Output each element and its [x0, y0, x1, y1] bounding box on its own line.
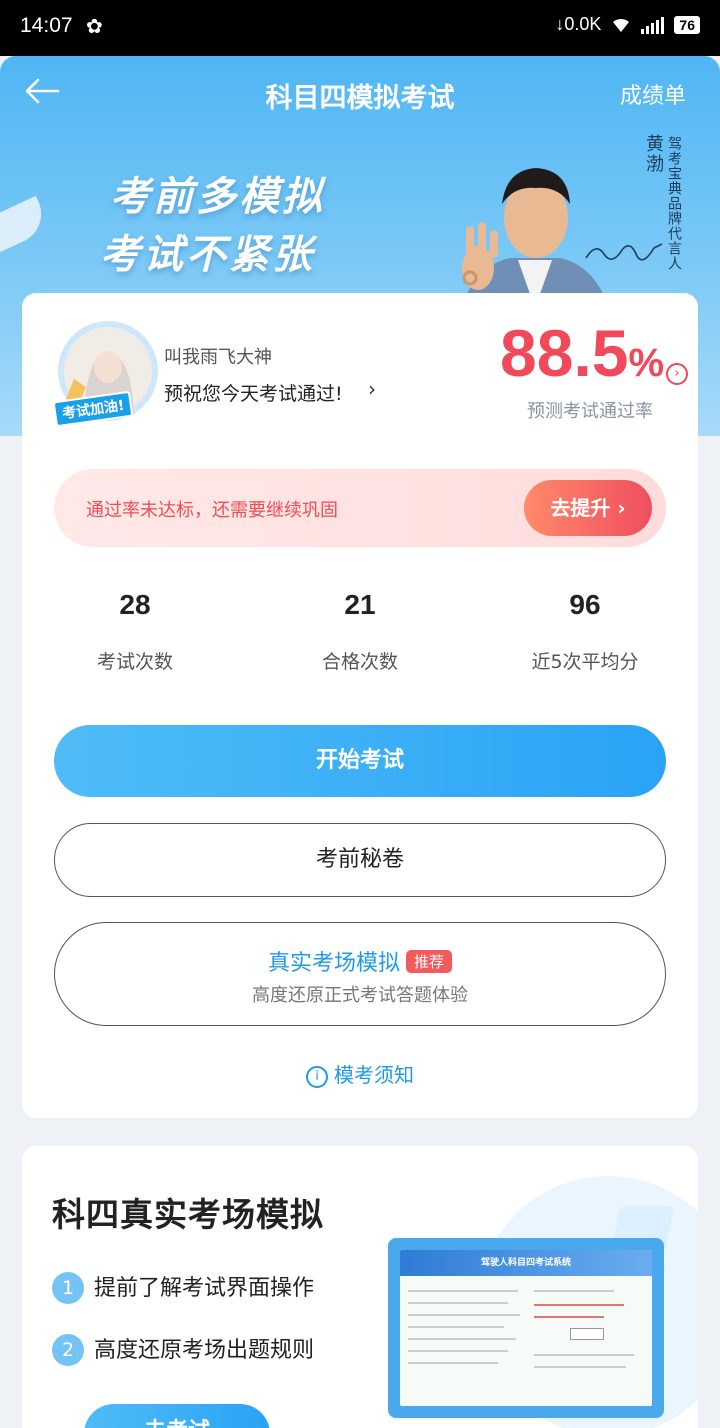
- improve-button[interactable]: 去提升 ›: [524, 480, 652, 536]
- pass-rate-label: 预测考试通过率: [527, 401, 653, 422]
- battery-icon: 76: [674, 15, 700, 34]
- app-notification-icon: ✿: [86, 14, 103, 38]
- secret-paper-button[interactable]: 考前秘卷: [54, 823, 666, 897]
- chevron-right-icon[interactable]: ›: [368, 377, 376, 401]
- score-sheet-link[interactable]: 成绩单: [620, 78, 686, 110]
- real-sim-subtitle: 高度还原正式考试答题体验: [252, 985, 468, 1006]
- ambassador-name: 黄渤: [643, 134, 664, 174]
- chevron-right-circle-icon[interactable]: ›: [666, 363, 688, 385]
- promo-title: 科四真实考场模拟: [52, 1195, 324, 1234]
- preview-screen: 驾驶人科目四考试系统: [400, 1250, 652, 1406]
- status-bar: 14:07 ✿ ↓0.0K 76: [0, 0, 720, 56]
- promo-point: 1 提前了解考试界面操作: [52, 1270, 314, 1304]
- point-text: 高度还原考场出题规则: [94, 1338, 315, 1363]
- stat-exam-count: 28 考试次数: [35, 589, 235, 674]
- exam-stats: 28 考试次数 21 合格次数 96 近5次平均分: [22, 589, 698, 689]
- exam-notice-link[interactable]: i 模考须知: [22, 1059, 698, 1088]
- real-sim-title-row: 真实考场模拟 推荐: [55, 945, 665, 977]
- point-text: 提前了解考试界面操作: [94, 1276, 315, 1301]
- signal-icon: [641, 16, 665, 34]
- recommend-badge: 推荐: [406, 950, 453, 973]
- exam-system-preview: 驾驶人科目四考试系统: [388, 1238, 664, 1418]
- start-exam-button[interactable]: 开始考试: [54, 725, 666, 797]
- stat-label: 考试次数: [96, 651, 173, 673]
- network-speed: ↓0.0K: [555, 14, 602, 34]
- point-number: 1: [52, 1272, 84, 1304]
- stat-label: 近5次平均分: [531, 651, 639, 673]
- stat-label: 合格次数: [321, 651, 398, 673]
- stat-value: 21: [344, 589, 376, 620]
- preview-banner: 驾驶人科目四考试系统: [400, 1250, 652, 1276]
- stat-average-score: 96 近5次平均分: [485, 589, 685, 674]
- pass-rate-value: 88.5: [500, 316, 629, 390]
- go-exam-button[interactable]: 去考试: [84, 1404, 270, 1428]
- page-title: 科目四模拟考试: [265, 83, 455, 114]
- pass-rate-warning: 通过率未达标，还需要继续巩固 去提升 ›: [54, 469, 666, 547]
- pass-rate[interactable]: 88.5%: [500, 315, 664, 391]
- wifi-icon: [613, 18, 630, 32]
- stat-value: 28: [119, 589, 151, 620]
- wish-text[interactable]: 预祝您今天考试通过!: [164, 379, 343, 406]
- stat-value: 96: [569, 589, 601, 620]
- ambassador-title: 驾考宝典品牌代言人: [666, 136, 682, 271]
- stat-pass-count: 21 合格次数: [260, 589, 460, 674]
- promo-point: 2 高度还原考场出题规则: [52, 1332, 314, 1366]
- username: 叫我雨飞大神: [164, 347, 272, 368]
- signature-icon: [585, 243, 663, 261]
- decorative-paper: [0, 195, 51, 253]
- real-exam-promo-card: 科四真实考场模拟 1 提前了解考试界面操作 2 高度还原考场出题规则 驾驶人科目四考…: [22, 1146, 698, 1428]
- status-right: ↓0.0K 76: [555, 14, 700, 35]
- warning-text: 通过率未达标，还需要继续巩固: [86, 500, 338, 521]
- real-sim-title: 真实考场模拟: [267, 951, 400, 976]
- pass-rate-unit: %: [628, 341, 665, 385]
- status-time: 14:07: [20, 14, 73, 37]
- notice-label: 模考须知: [334, 1063, 414, 1087]
- real-exam-simulation-button[interactable]: 真实考场模拟 推荐 高度还原正式考试答题体验: [54, 922, 666, 1026]
- point-number: 2: [52, 1334, 84, 1366]
- info-icon: i: [306, 1066, 328, 1088]
- improve-button-label: 去提升: [550, 496, 611, 520]
- exam-summary-card: 考试加油! 叫我雨飞大神 预祝您今天考试通过! › 88.5% › 预测考试通过…: [22, 293, 698, 1118]
- slogan-line2: 考试不紧张: [100, 232, 315, 278]
- slogan-line1: 考前多模拟: [110, 174, 325, 220]
